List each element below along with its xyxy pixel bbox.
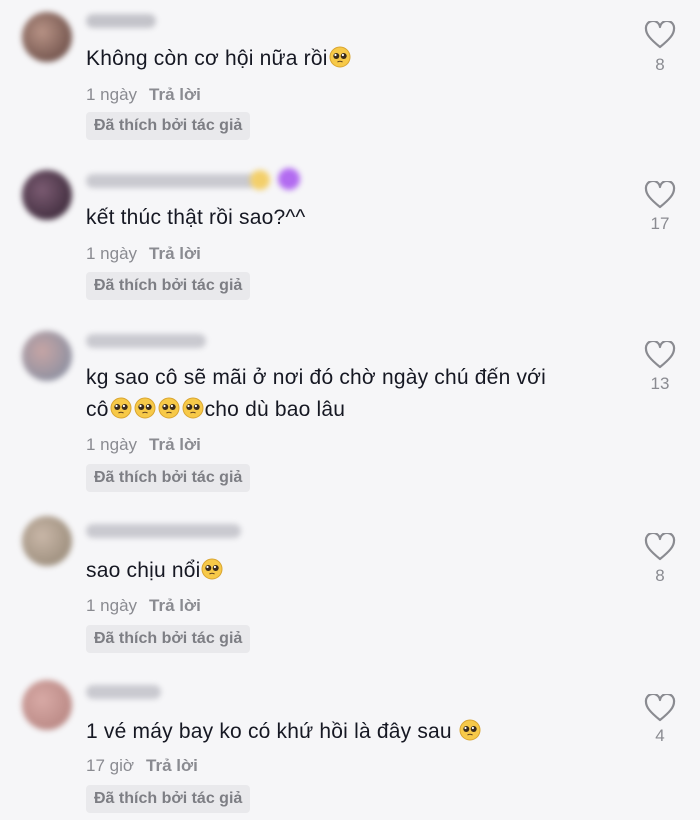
like-count: 4 [655, 726, 665, 745]
pleading-face-emoji [329, 46, 351, 68]
username-blurred[interactable] [86, 334, 206, 348]
comment-meta: 1 ngày Trả lời [86, 85, 201, 105]
username-badge [278, 168, 300, 190]
liked-by-author-badge: Đã thích bởi tác giả [86, 785, 251, 813]
comment-text: Không còn cơ hội nữa rồi [86, 43, 646, 75]
comment-meta: 1 ngày Trả lời [86, 244, 201, 264]
heart-icon[interactable] [644, 694, 676, 722]
username-blurred[interactable] [86, 14, 156, 28]
like-count: 13 [650, 374, 670, 393]
like-count: 17 [650, 214, 670, 233]
pleading-face-emoji [110, 397, 132, 419]
comment-time: 1 ngày [86, 435, 138, 454]
avatar[interactable] [22, 331, 72, 381]
reply-button[interactable]: Trả lời [149, 435, 201, 454]
heart-icon[interactable] [644, 341, 676, 369]
pleading-face-emoji [201, 558, 223, 580]
liked-by-author-badge: Đã thích bởi tác giả [86, 112, 251, 140]
reply-button[interactable]: Trả lời [149, 596, 201, 615]
liked-by-author-badge: Đã thích bởi tác giả [86, 625, 251, 653]
comment-time: 1 ngày [86, 244, 138, 263]
comment-text: sao chịu nổi [86, 555, 646, 587]
avatar[interactable] [22, 680, 72, 730]
comment-time: 17 giờ [86, 756, 135, 775]
reply-button[interactable]: Trả lời [146, 756, 198, 775]
liked-by-author-badge: Đã thích bởi tác giả [86, 464, 251, 492]
comment-text: kết thúc thật rồi sao?^^ [86, 206, 306, 229]
avatar[interactable] [22, 170, 72, 220]
comment-time: 1 ngày [86, 596, 138, 615]
comment-meta: 1 ngày Trả lời [86, 435, 201, 455]
username-blurred[interactable] [86, 174, 256, 188]
username-blurred[interactable] [86, 524, 241, 538]
avatar[interactable] [22, 12, 72, 62]
comment-text: 1 vé máy bay ko có khứ hồi là đây sau [86, 716, 646, 748]
pleading-face-emoji [182, 397, 204, 419]
heart-icon[interactable] [644, 533, 676, 561]
reply-button[interactable]: Trả lời [149, 85, 201, 104]
heart-icon[interactable] [644, 21, 676, 49]
like-count: 8 [655, 566, 665, 585]
comment-meta: 1 ngày Trả lời [86, 596, 201, 616]
pleading-face-emoji [459, 719, 481, 741]
username-badge [250, 170, 270, 190]
pleading-face-emoji [158, 397, 180, 419]
comment-text: kg sao cô sẽ mãi ở nơi đó chờ ngày chú đ… [86, 366, 547, 421]
reply-button[interactable]: Trả lời [149, 244, 201, 263]
heart-icon[interactable] [644, 181, 676, 209]
liked-by-author-badge: Đã thích bởi tác giả [86, 272, 251, 300]
pleading-face-emoji [134, 397, 156, 419]
comment-time: 1 ngày [86, 85, 138, 104]
comment-meta: 17 giờ Trả lời [86, 756, 198, 776]
avatar[interactable] [22, 516, 72, 566]
like-count: 8 [655, 55, 665, 74]
username-blurred[interactable] [86, 685, 161, 699]
